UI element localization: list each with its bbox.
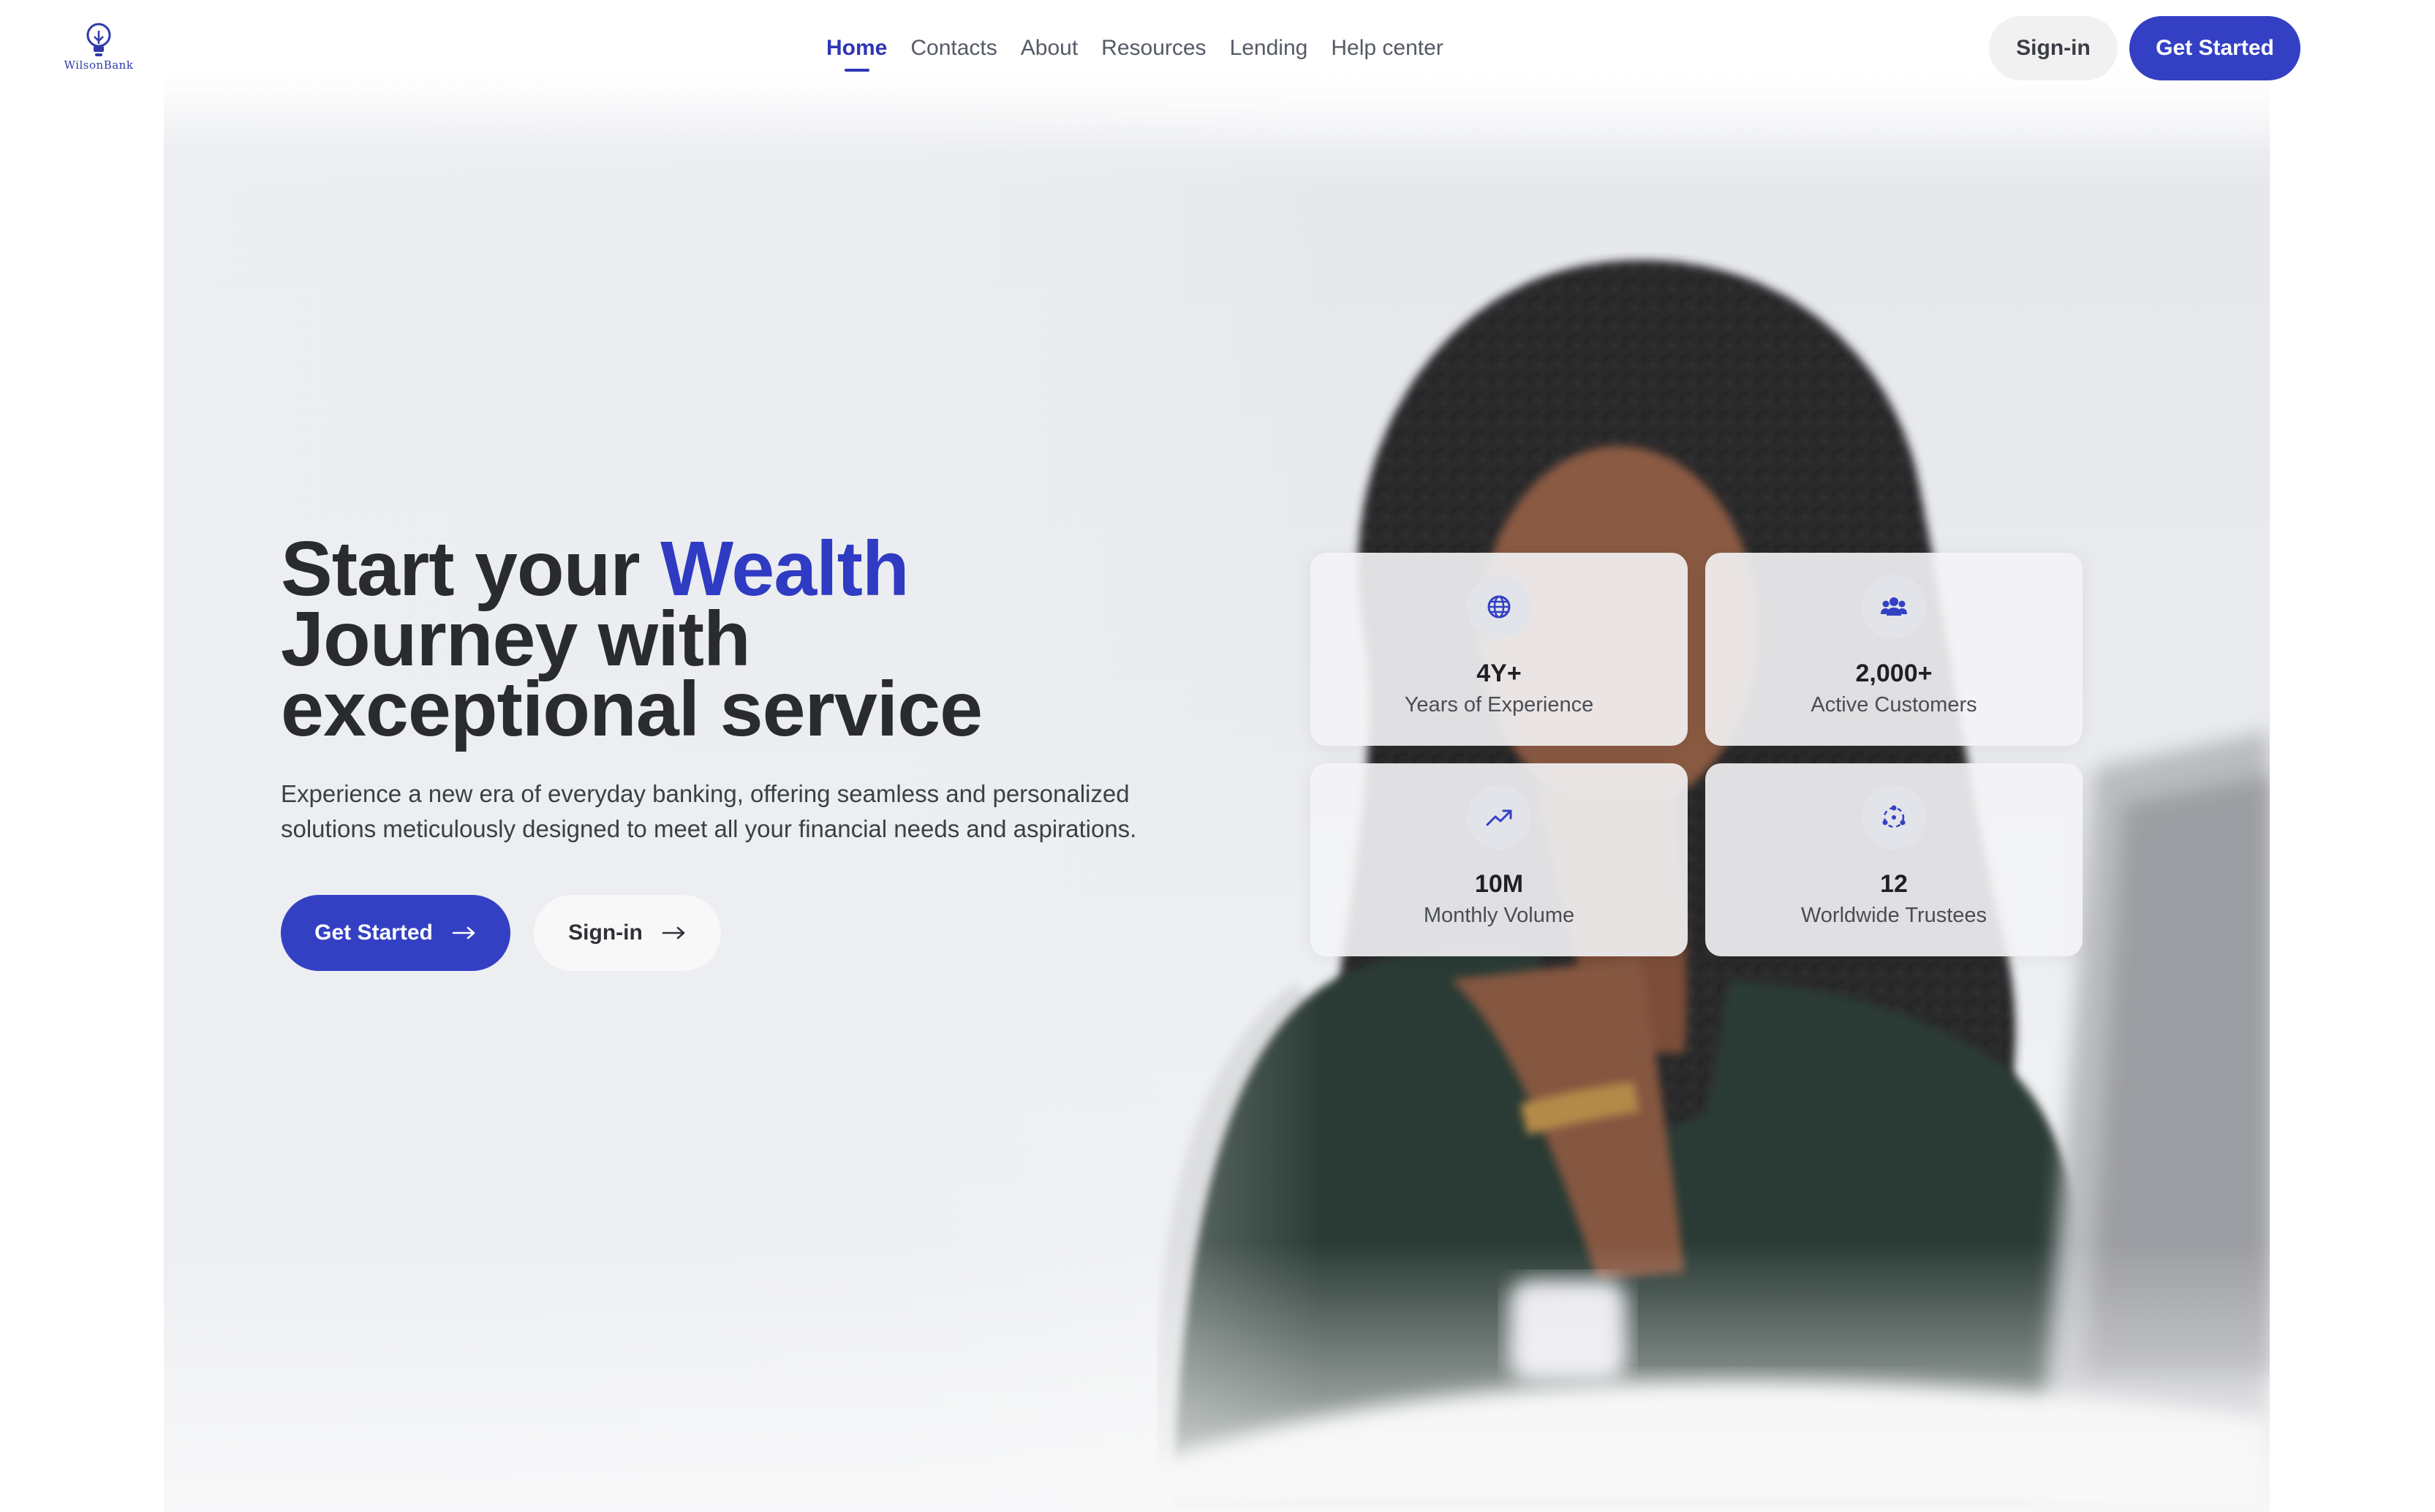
arrow-right-icon <box>452 926 475 940</box>
trending-up-icon <box>1467 785 1531 850</box>
hero-get-started-button[interactable]: Get Started <box>281 895 510 971</box>
hero-headline: Start your Wealth Journey with exception… <box>281 530 1158 748</box>
brand-name: WilsonBank <box>64 58 134 72</box>
stat-card-trustees: 12 Worldwide Trustees <box>1705 763 2083 956</box>
hero-signin-button[interactable]: Sign-in <box>534 895 721 971</box>
nav-resources[interactable]: Resources <box>1090 32 1218 64</box>
stat-value: 4Y+ <box>1476 659 1522 687</box>
header-signin-button[interactable]: Sign-in <box>1989 16 2118 80</box>
nav-about[interactable]: About <box>1009 32 1090 64</box>
network-icon <box>1862 785 1926 850</box>
nav-home[interactable]: Home <box>815 32 899 72</box>
header-get-started-button[interactable]: Get Started <box>2129 16 2300 80</box>
main-nav: Home Contacts About Resources Lending He… <box>815 32 1455 72</box>
arrow-right-icon <box>662 926 685 940</box>
stat-card-experience: 4Y+ Years of Experience <box>1310 553 1688 746</box>
stat-label: Monthly Volume <box>1423 904 1575 927</box>
hero-get-started-label: Get Started <box>314 921 433 945</box>
headline-part3: exceptional service <box>281 666 983 752</box>
nav-contacts[interactable]: Contacts <box>899 32 1008 64</box>
stat-label: Years of Experience <box>1404 693 1594 717</box>
nav-help-center[interactable]: Help center <box>1319 32 1454 64</box>
stat-label: Worldwide Trustees <box>1800 904 1987 927</box>
nav-lending[interactable]: Lending <box>1218 32 1320 64</box>
stat-value: 12 <box>1880 870 1908 898</box>
users-icon <box>1862 575 1926 639</box>
stat-value: 2,000+ <box>1855 659 1933 687</box>
stat-label: Active Customers <box>1811 693 1977 717</box>
globe-icon <box>1467 575 1531 639</box>
hero-subtext: Experience a new era of everyday banking… <box>281 780 1137 842</box>
brand-logo[interactable]: WilsonBank <box>58 22 139 75</box>
stat-card-volume: 10M Monthly Volume <box>1310 763 1688 956</box>
stat-value: 10M <box>1474 870 1524 898</box>
hero-signin-label: Sign-in <box>568 921 643 945</box>
lightbulb-icon <box>86 23 111 56</box>
hero-bottom-fade <box>164 1243 2270 1512</box>
stat-card-customers: 2,000+ Active Customers <box>1705 553 2083 746</box>
site-header: WilsonBank Home Contacts About Resources… <box>0 0 2435 95</box>
